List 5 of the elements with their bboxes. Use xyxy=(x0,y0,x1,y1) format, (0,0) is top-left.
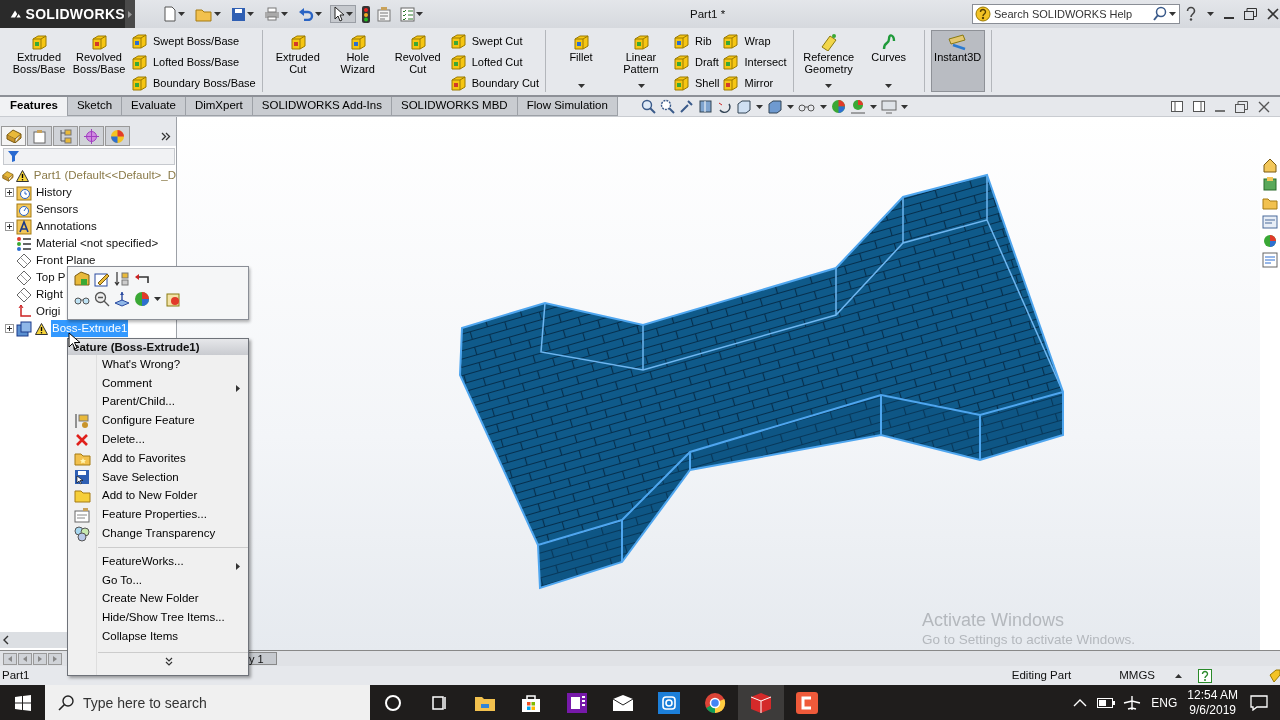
menu-title: eature (Boss-Extrude1) xyxy=(68,339,248,355)
document-title: Part1 * xyxy=(690,7,726,22)
status-mode: Editing Part xyxy=(1011,667,1072,683)
status-document: Part1 xyxy=(2,667,30,683)
app-logo: SOLIDWORKS xyxy=(25,4,125,24)
